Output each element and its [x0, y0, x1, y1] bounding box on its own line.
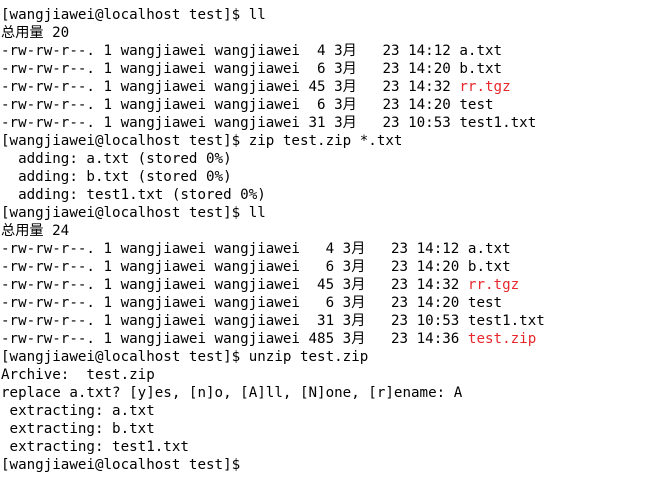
total-line: 总用量 20 — [0, 24, 670, 42]
prompt-line: [wangjiawei@localhost test]$ ll — [0, 6, 670, 24]
terminal-line: extracting: b.txt — [0, 420, 670, 438]
archive-file-name: rr.tgz — [467, 277, 520, 293]
prompt-line: [wangjiawei@localhost test]$ ll — [0, 204, 670, 222]
file-name: test1.txt — [467, 313, 545, 329]
line-text: Archive: test.zip — [1, 367, 155, 383]
line-text: -rw-rw-r--. 1 wangjiawei wangjiawei 45 3… — [1, 277, 468, 293]
file-name: a.txt — [467, 241, 511, 257]
line-text: -rw-rw-r--. 1 wangjiawei wangjiawei 31 3… — [1, 115, 460, 131]
line-text: -rw-rw-r--. 1 wangjiawei wangjiawei 6 3月… — [1, 97, 460, 113]
line-text: [wangjiawei@localhost test]$ zip test.zi… — [1, 133, 403, 149]
file-listing-row: -rw-rw-r--. 1 wangjiawei wangjiawei 31 3… — [0, 114, 670, 132]
line-text: [wangjiawei@localhost test]$ ll — [1, 205, 266, 221]
line-text: [wangjiawei@localhost test]$ unzip test.… — [1, 349, 369, 365]
line-text: adding: test1.txt (stored 0%) — [1, 187, 266, 203]
file-listing-row: -rw-rw-r--. 1 wangjiawei wangjiawei 45 3… — [0, 276, 670, 294]
line-text: extracting: a.txt — [1, 403, 155, 419]
line-text: adding: b.txt (stored 0%) — [1, 169, 232, 185]
total-line: 总用量 24 — [0, 222, 670, 240]
terminal-line: extracting: test1.txt — [0, 438, 670, 456]
line-text: extracting: test1.txt — [1, 439, 189, 455]
file-name: a.txt — [459, 43, 503, 59]
terminal-line: extracting: a.txt — [0, 402, 670, 420]
terminal-line: adding: a.txt (stored 0%) — [0, 150, 670, 168]
line-text: replace a.txt? [y]es, [n]o, [A]ll, [N]on… — [1, 385, 463, 401]
terminal-line: adding: b.txt (stored 0%) — [0, 168, 670, 186]
terminal-line: replace a.txt? [y]es, [n]o, [A]ll, [N]on… — [0, 384, 670, 402]
file-name: test — [459, 97, 494, 113]
line-text: -rw-rw-r--. 1 wangjiawei wangjiawei 485 … — [1, 331, 468, 347]
line-text: 总用量 20 — [1, 25, 70, 41]
line-text: [wangjiawei@localhost test]$ ll — [1, 7, 266, 23]
text-cursor — [249, 456, 258, 472]
terminal-output[interactable]: [wangjiawei@localhost test]$ ll 总用量 20 -rw… — [0, 0, 670, 479]
file-listing-row: -rw-rw-r--. 1 wangjiawei wangjiawei 6 3月… — [0, 258, 670, 276]
terminal-line: adding: test1.txt (stored 0%) — [0, 186, 670, 204]
file-listing-row: -rw-rw-r--. 1 wangjiawei wangjiawei 45 3… — [0, 78, 670, 96]
prompt-line: [wangjiawei@localhost test]$ zip test.zi… — [0, 132, 670, 150]
prompt-line: [wangjiawei@localhost test]$ — [0, 456, 670, 474]
file-name: test1.txt — [459, 115, 537, 131]
file-listing-row: -rw-rw-r--. 1 wangjiawei wangjiawei 485 … — [0, 330, 670, 348]
line-text: -rw-rw-r--. 1 wangjiawei wangjiawei 31 3… — [1, 313, 468, 329]
archive-file-name: test.zip — [467, 331, 537, 347]
line-text: 总用量 24 — [1, 223, 70, 239]
file-listing-row: -rw-rw-r--. 1 wangjiawei wangjiawei 6 3月… — [0, 60, 670, 78]
file-name: b.txt — [459, 61, 503, 77]
file-listing-row: -rw-rw-r--. 1 wangjiawei wangjiawei 6 3月… — [0, 96, 670, 114]
line-text: adding: a.txt (stored 0%) — [1, 151, 232, 167]
line-text: -rw-rw-r--. 1 wangjiawei wangjiawei 6 3月… — [1, 61, 460, 77]
line-text: -rw-rw-r--. 1 wangjiawei wangjiawei 6 3月… — [1, 295, 468, 311]
terminal-line: Archive: test.zip — [0, 366, 670, 384]
line-text: [wangjiawei@localhost test]$ — [1, 457, 249, 473]
line-text: -rw-rw-r--. 1 wangjiawei wangjiawei 4 3月… — [1, 43, 460, 59]
line-text: -rw-rw-r--. 1 wangjiawei wangjiawei 45 3… — [1, 79, 460, 95]
file-listing-row: -rw-rw-r--. 1 wangjiawei wangjiawei 4 3月… — [0, 240, 670, 258]
archive-file-name: rr.tgz — [459, 79, 511, 95]
file-name: test — [467, 295, 503, 311]
line-text: -rw-rw-r--. 1 wangjiawei wangjiawei 4 3月… — [1, 241, 468, 257]
file-listing-row: -rw-rw-r--. 1 wangjiawei wangjiawei 6 3月… — [0, 294, 670, 312]
line-text: extracting: b.txt — [1, 421, 155, 437]
file-listing-row: -rw-rw-r--. 1 wangjiawei wangjiawei 4 3月… — [0, 42, 670, 60]
prompt-line: [wangjiawei@localhost test]$ unzip test.… — [0, 348, 670, 366]
line-text: -rw-rw-r--. 1 wangjiawei wangjiawei 6 3月… — [1, 259, 468, 275]
file-name: b.txt — [467, 259, 511, 275]
file-listing-row: -rw-rw-r--. 1 wangjiawei wangjiawei 31 3… — [0, 312, 670, 330]
